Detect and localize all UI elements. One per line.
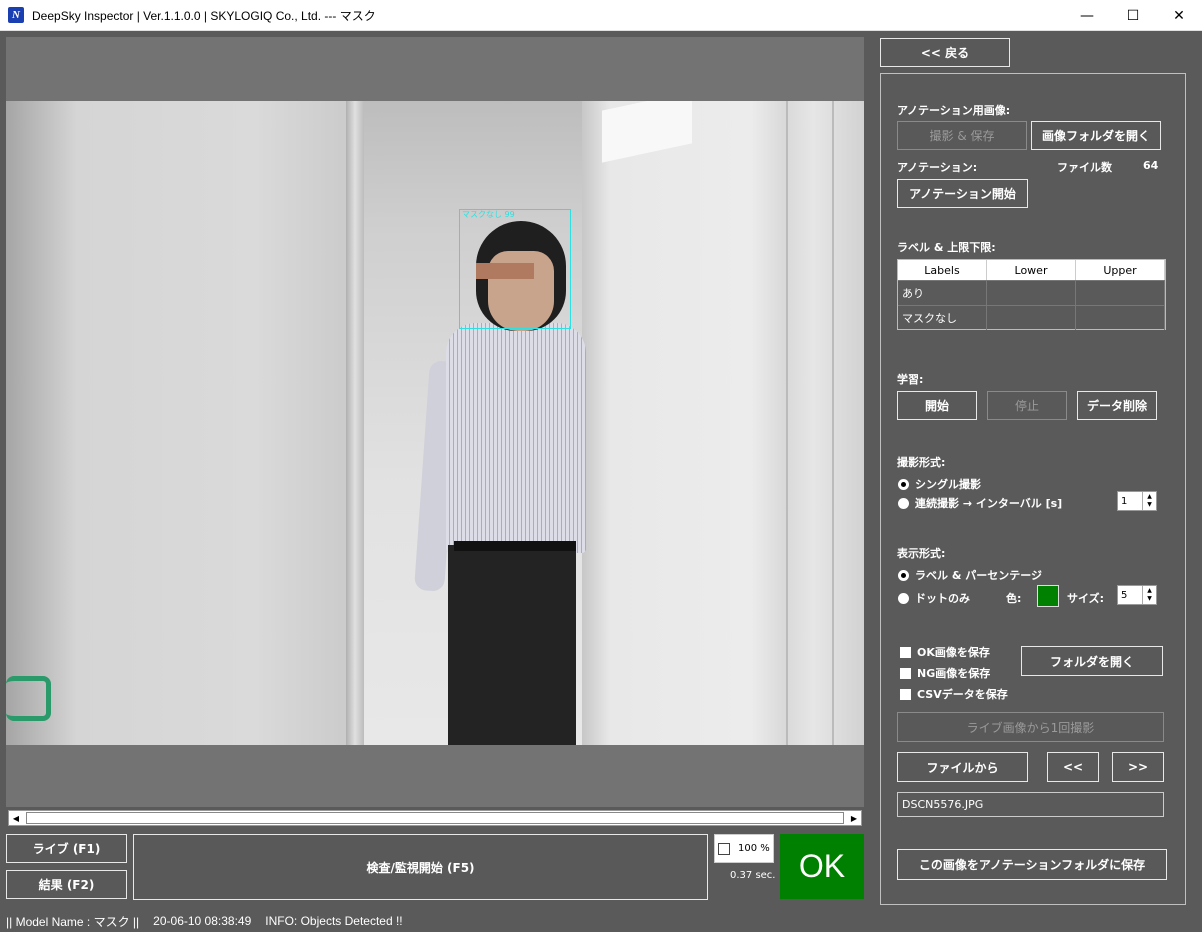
horizontal-scrollbar[interactable]: ◀ ▶ xyxy=(8,810,862,826)
save-csv-label: CSVデータを保存 xyxy=(917,688,1008,701)
column-header-upper: Upper xyxy=(1076,260,1165,280)
capture-mode-heading: 撮影形式: xyxy=(897,456,946,469)
train-stop-button[interactable]: 停止 xyxy=(987,391,1067,420)
capture-save-button[interactable]: 撮影 & 保存 xyxy=(897,121,1027,150)
stepper-arrows-icon[interactable]: ▲ ▼ xyxy=(1142,492,1156,510)
open-folder-button[interactable]: フォルダを開く xyxy=(1021,646,1163,676)
labels-heading: ラベル & 上限下限: xyxy=(897,241,996,254)
stepper-arrows-icon[interactable]: ▲ ▼ xyxy=(1142,586,1156,604)
maximize-button[interactable]: ☐ xyxy=(1110,0,1156,31)
display-mode-heading: 表示形式: xyxy=(897,547,946,560)
annotation-image-heading: アノテーション用画像: xyxy=(897,104,1011,117)
image-viewer[interactable]: マスクなし 99 xyxy=(6,37,864,807)
dot-color-picker[interactable] xyxy=(1037,585,1059,607)
scroll-right-icon[interactable]: ▶ xyxy=(847,811,861,825)
labels-table[interactable]: Labels Lower Upper あり マスクなし xyxy=(897,259,1166,330)
save-ok-label: OK画像を保存 xyxy=(917,646,990,659)
status-timestamp: 20-06-10 08:38:49 xyxy=(153,914,252,928)
open-image-folder-button[interactable]: 画像フォルダを開く xyxy=(1031,121,1161,150)
file-count-label: ファイル数 xyxy=(1057,161,1112,174)
annotation-heading: アノテーション: xyxy=(897,161,978,174)
checkbox[interactable] xyxy=(900,667,911,679)
back-button[interactable]: << 戻る xyxy=(880,38,1010,67)
continuous-capture-label: 連続撮影 → インターバル [s] xyxy=(915,497,1063,510)
inspect-start-button[interactable]: 検査/監視開始 (F5) xyxy=(133,834,708,900)
capture-once-button[interactable]: ライブ画像から1回撮影 xyxy=(897,712,1164,742)
dots-only-label: ドットのみ xyxy=(915,592,970,605)
size-label: サイズ: xyxy=(1067,592,1105,605)
table-cell-label[interactable]: マスクなし xyxy=(898,306,987,330)
status-bar: || Model Name : マスク || 20-06-10 08:38:49… xyxy=(0,910,1202,932)
color-label: 色: xyxy=(1006,592,1022,605)
radio-selected-icon[interactable] xyxy=(898,478,909,490)
radio-selected-icon[interactable] xyxy=(898,569,909,581)
next-image-button[interactable]: >> xyxy=(1112,752,1164,782)
radio-unselected-icon[interactable] xyxy=(898,592,909,604)
verdict-indicator: OK xyxy=(780,834,864,899)
table-cell-lower[interactable] xyxy=(987,281,1076,305)
scroll-left-icon[interactable]: ◀ xyxy=(9,811,23,825)
column-header-labels: Labels xyxy=(898,260,987,280)
interval-value: 1 xyxy=(1121,495,1128,507)
dots-only-option[interactable]: ドットのみ xyxy=(898,590,970,606)
live-button[interactable]: ライブ (F1) xyxy=(6,834,127,863)
table-cell-label[interactable]: あり xyxy=(898,281,987,305)
continuous-capture-option[interactable]: 連続撮影 → インターバル [s] xyxy=(898,495,1062,511)
close-button[interactable]: ✕ xyxy=(1156,0,1202,31)
window-title: DeepSky Inspector | Ver.1.1.0.0 | SKYLOG… xyxy=(32,8,376,23)
single-capture-label: シングル撮影 xyxy=(915,478,981,491)
app-logo-icon: N xyxy=(8,7,24,23)
table-cell-upper[interactable] xyxy=(1076,306,1165,330)
training-heading: 学習: xyxy=(897,373,924,386)
result-button[interactable]: 結果 (F2) xyxy=(6,870,127,899)
save-ok-checkbox-row[interactable]: OK画像を保存 xyxy=(900,644,990,660)
title-bar: N DeepSky Inspector | Ver.1.1.0.0 | SKYL… xyxy=(0,0,1202,31)
size-value: 5 xyxy=(1121,589,1128,601)
file-count-value: 64 xyxy=(1143,159,1159,172)
start-annotation-button[interactable]: アノテーション開始 xyxy=(897,179,1028,208)
save-ng-label: NG画像を保存 xyxy=(917,667,991,680)
status-model: || Model Name : マスク || xyxy=(6,914,140,929)
checkbox[interactable] xyxy=(900,646,911,658)
interval-stepper[interactable]: 1 ▲ ▼ xyxy=(1117,491,1157,511)
delete-data-button[interactable]: データ削除 xyxy=(1077,391,1157,420)
camera-image: マスクなし 99 xyxy=(6,101,864,745)
checkbox[interactable] xyxy=(900,688,911,700)
elapsed-time: 0.37 sec. xyxy=(730,870,776,881)
single-capture-option[interactable]: シングル撮影 xyxy=(898,476,981,492)
from-file-button[interactable]: ファイルから xyxy=(897,752,1028,782)
scale-value: 100 % xyxy=(738,843,770,854)
scale-checkbox[interactable] xyxy=(718,842,730,855)
status-info: INFO: Objects Detected !! xyxy=(265,914,403,928)
detection-box xyxy=(459,209,571,329)
save-csv-checkbox-row[interactable]: CSVデータを保存 xyxy=(900,686,1008,702)
size-stepper[interactable]: 5 ▲ ▼ xyxy=(1117,585,1157,605)
save-to-annotation-button[interactable]: この画像をアノテーションフォルダに保存 xyxy=(897,849,1167,880)
table-cell-lower[interactable] xyxy=(987,306,1076,330)
scroll-thumb[interactable] xyxy=(26,812,844,824)
label-percentage-label: ラベル & パーセンテージ xyxy=(915,569,1043,582)
label-percentage-option[interactable]: ラベル & パーセンテージ xyxy=(898,567,1042,583)
filename-field[interactable]: DSCN5576.JPG xyxy=(897,792,1164,817)
prev-image-button[interactable]: << xyxy=(1047,752,1099,782)
column-header-lower: Lower xyxy=(987,260,1076,280)
detection-label: マスクなし 99 xyxy=(462,210,515,219)
table-cell-upper[interactable] xyxy=(1076,281,1165,305)
radio-unselected-icon[interactable] xyxy=(898,497,909,509)
scale-toggle[interactable]: 100 % xyxy=(714,834,774,863)
table-row[interactable]: マスクなし xyxy=(898,305,1165,330)
save-ng-checkbox-row[interactable]: NG画像を保存 xyxy=(900,665,990,681)
train-start-button[interactable]: 開始 xyxy=(897,391,977,420)
minimize-button[interactable]: — xyxy=(1064,0,1110,31)
table-row[interactable]: あり xyxy=(898,280,1165,305)
